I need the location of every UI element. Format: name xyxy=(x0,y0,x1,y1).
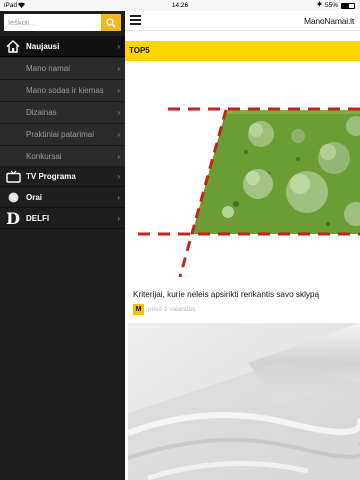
source-badge: M xyxy=(133,304,144,315)
chevron-right-icon: › xyxy=(117,86,120,95)
chevron-right-icon: › xyxy=(117,171,120,181)
clock: 14:26 xyxy=(171,2,189,9)
search-bar xyxy=(4,14,121,31)
main-content: ManoNamai.lt TOP5 Kriterijai, kurie nele… xyxy=(125,11,360,480)
section-title: TOP5 xyxy=(129,46,150,55)
tv-icon xyxy=(5,169,21,184)
sidebar-item-mano-sodas[interactable]: Mano sodas ir kiemas › xyxy=(0,80,125,102)
sidebar-item-tv-programa[interactable]: TV Programa › xyxy=(0,166,125,187)
delfi-logo-icon: D xyxy=(6,209,20,228)
chevron-right-icon: › xyxy=(117,152,120,161)
chevron-right-icon: › xyxy=(117,41,120,51)
sidebar-item-label: DELFI xyxy=(26,213,50,223)
article-title[interactable]: Kriterijai, kurie neleis apsirikti renka… xyxy=(133,289,319,300)
article-image xyxy=(128,64,360,277)
sidebar-item-label: Naujausi xyxy=(26,41,60,51)
sidebar-item-label: Dizainas xyxy=(26,108,57,117)
sidebar-item-praktiniai-patarimai[interactable]: Praktiniai patarimai › xyxy=(0,124,125,146)
article-image xyxy=(128,323,360,480)
battery-percent: 55% xyxy=(324,2,338,9)
home-icon xyxy=(5,39,21,54)
chevron-right-icon: › xyxy=(117,108,120,117)
hamburger-menu-icon[interactable] xyxy=(130,15,141,25)
sidebar-item-mano-namai[interactable]: Mano namai › xyxy=(0,58,125,80)
chevron-right-icon: › xyxy=(117,213,120,223)
chevron-right-icon: › xyxy=(117,192,120,202)
sidebar-item-label: TV Programa xyxy=(26,171,76,181)
article-meta: M prieš 2 valandas xyxy=(133,304,195,315)
sidebar-item-dizainas[interactable]: Dizainas › xyxy=(0,102,125,124)
sidebar-item-orai[interactable]: Orai › xyxy=(0,187,125,208)
article-time: prieš 2 valandas xyxy=(148,306,196,313)
chevron-right-icon: › xyxy=(117,130,120,139)
site-logo[interactable]: ManoNamai.lt xyxy=(304,16,354,26)
sidebar-item-konkursai[interactable]: Konkursai › xyxy=(0,146,125,168)
sidebar-item-label: Praktiniai patarimai xyxy=(26,130,95,139)
sidebar-item-label: Orai xyxy=(26,192,43,202)
sidebar-item-delfi[interactable]: D DELFI › xyxy=(0,208,125,229)
status-bar: iPad 14:26 ✱ 55% xyxy=(0,0,360,11)
sidebar-item-label: Konkursai xyxy=(26,152,62,161)
sidebar-item-label: Mano namai xyxy=(26,64,71,73)
section-header: TOP5 xyxy=(125,41,360,61)
article-card[interactable] xyxy=(128,323,360,480)
weather-icon xyxy=(5,190,21,205)
bluetooth-icon: ✱ xyxy=(316,2,322,8)
chevron-right-icon: › xyxy=(117,64,120,73)
sidebar-item-naujausi[interactable]: Naujausi › xyxy=(0,36,125,57)
article-card[interactable]: Kriterijai, kurie neleis apsirikti renka… xyxy=(128,64,360,321)
battery-icon xyxy=(341,2,355,9)
sidebar-item-label: Mano sodas ir kiemas xyxy=(26,86,104,95)
top-bar: ManoNamai.lt xyxy=(125,11,360,31)
sidebar: Naujausi › Mano namai › Mano sodas ir ki… xyxy=(0,11,125,480)
search-icon xyxy=(106,17,116,28)
search-button[interactable] xyxy=(101,14,121,31)
search-input[interactable] xyxy=(4,14,101,31)
